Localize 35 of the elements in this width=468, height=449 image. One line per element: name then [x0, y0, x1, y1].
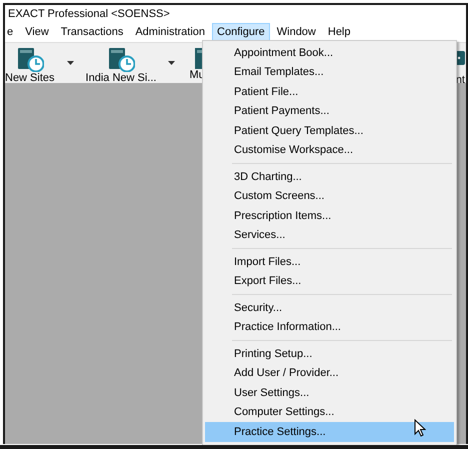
caret-icon[interactable]	[66, 61, 74, 65]
menu-bar-item[interactable]: Configure	[212, 23, 270, 41]
menu-item[interactable]: Customise Workspace...	[205, 140, 454, 160]
menu-item[interactable]: Patient Payments...	[205, 102, 454, 121]
window-title: EXACT Professional <SOENSS>	[8, 8, 170, 20]
menu-item[interactable]: Security...	[205, 298, 454, 318]
book-clock-icon	[16, 47, 44, 72]
menu-bar-item[interactable]: Transactions	[56, 23, 128, 41]
menu-item[interactable]: Custom Screens...	[205, 186, 454, 206]
toolbar-button-label[interactable]: New Sites	[5, 72, 55, 84]
menu-item[interactable]: Computer Settings...	[205, 402, 454, 422]
menu-item[interactable]: Patient Query Templates...	[205, 121, 454, 140]
caret-icon[interactable]	[168, 61, 176, 65]
menu-item[interactable]: Appointment Book...	[205, 43, 454, 62]
menu-item[interactable]: User Settings...	[205, 383, 454, 402]
menu-item[interactable]: Add User / Provider...	[205, 364, 454, 383]
menu-bar-item[interactable]: View	[20, 23, 54, 41]
menu-bar-item[interactable]: e	[5, 23, 18, 41]
menu-item[interactable]: Import Files...	[205, 252, 454, 272]
mouse-cursor-icon	[414, 419, 426, 437]
menu-item[interactable]: 3D Charting...	[205, 167, 454, 186]
menu-item[interactable]: Email Templates...	[205, 62, 454, 82]
book-icon	[194, 47, 202, 69]
menu-bar-item[interactable]: Help	[322, 23, 356, 41]
menu-bar-item[interactable]: Window	[272, 23, 321, 41]
menu-item[interactable]: Services...	[205, 226, 454, 245]
menu-bar-item[interactable]: Administration	[130, 23, 210, 41]
menu-item[interactable]: Prescription Items...	[205, 206, 454, 226]
menu-item[interactable]: Printing Setup...	[205, 344, 454, 364]
book-clock-icon	[106, 47, 135, 72]
menu-item[interactable]: Export Files...	[205, 272, 454, 291]
menu-item[interactable]: Practice Information...	[205, 318, 454, 337]
menu-item[interactable]: Patient File...	[205, 82, 454, 102]
menu-item[interactable]: Practice Settings...	[205, 422, 454, 442]
toolbar-button-label[interactable]: India New Si...	[86, 72, 156, 84]
